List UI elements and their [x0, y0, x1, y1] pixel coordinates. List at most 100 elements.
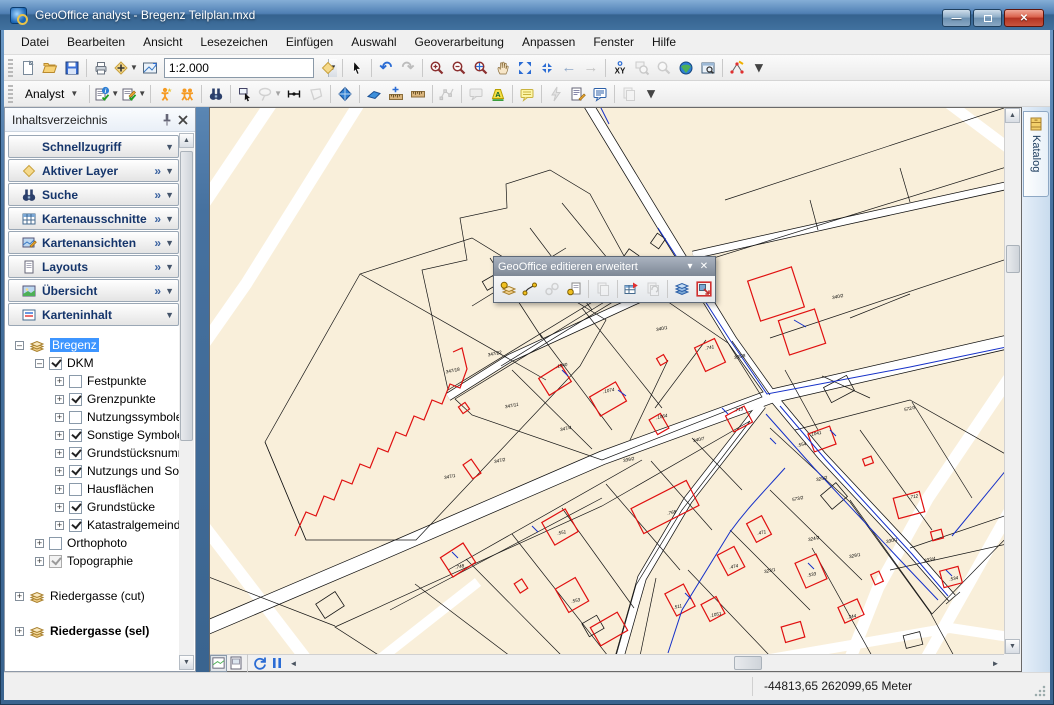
menu-fenster[interactable]: Fenster — [584, 32, 643, 52]
toc-section-layouts[interactable]: Layouts»▼ — [8, 255, 179, 278]
select-cursor-button[interactable] — [346, 57, 368, 79]
layer-checkbox[interactable] — [69, 447, 82, 460]
toc-section-karteninhalt[interactable]: Karteninhalt▼ — [8, 303, 179, 326]
scroll-right-icon[interactable]: ► — [987, 655, 1004, 672]
expander-icon[interactable]: + — [55, 467, 64, 476]
map-scale-button[interactable] — [139, 57, 161, 79]
hotlink-pair-button[interactable] — [176, 83, 198, 105]
katalog-tab[interactable]: Katalog — [1023, 111, 1049, 197]
tree-item-nutzungssymbole[interactable]: +Nutzungssymbole — [7, 408, 179, 426]
redo-button[interactable]: ↷ — [397, 57, 419, 79]
new-document-button[interactable] — [17, 57, 39, 79]
zoom-pan-button[interactable] — [470, 57, 492, 79]
menu-bearbeiten[interactable]: Bearbeiten — [58, 32, 134, 52]
expander-icon[interactable]: + — [15, 592, 24, 601]
map-vertical-scrollbar[interactable]: ▲ ▼ — [1004, 108, 1021, 654]
label-a-button[interactable]: A — [487, 83, 509, 105]
map-vscroll-thumb[interactable] — [1006, 245, 1020, 273]
layout-view-button[interactable] — [227, 655, 244, 672]
chevron-down-icon[interactable]: ▾ — [683, 261, 697, 272]
callout-list-button[interactable] — [589, 83, 611, 105]
identify-layer-button[interactable]: i▼ — [93, 83, 120, 105]
tree-item-grundstcke[interactable]: +Grundstücke — [7, 498, 179, 516]
route-points-button[interactable] — [726, 57, 748, 79]
menu-datei[interactable]: Datei — [12, 32, 58, 52]
toc-section-aktiverlayer[interactable]: Aktiver Layer»▼ — [8, 159, 179, 182]
toc-section-schnellzugriff[interactable]: Schnellzugriff▼ — [8, 135, 179, 158]
scroll-down-icon[interactable]: ▼ — [1005, 639, 1020, 654]
tree-item-hausflchen[interactable]: +Hausflächen — [7, 480, 179, 498]
resize-grip[interactable] — [1034, 685, 1046, 697]
layer-checkbox[interactable] — [69, 375, 82, 388]
layer-checkbox[interactable] — [69, 501, 82, 514]
layers-blue-button[interactable] — [671, 278, 693, 300]
close-panel-icon[interactable] — [175, 112, 191, 128]
fixed-zoom-out-button[interactable] — [536, 57, 558, 79]
select-by-graphic-button[interactable] — [234, 83, 256, 105]
layer-checkbox[interactable] — [49, 357, 62, 370]
expander-icon[interactable]: + — [55, 377, 64, 386]
hotlink-orange-button[interactable] — [154, 83, 176, 105]
expander-icon[interactable]: + — [55, 503, 64, 512]
toc-section-suche[interactable]: Suche»▼ — [8, 183, 179, 206]
pan-hand-button[interactable] — [492, 57, 514, 79]
toc-section-bersicht[interactable]: Übersicht»▼ — [8, 279, 179, 302]
toc-section-kartenausschnitte[interactable]: Kartenausschnitte»▼ — [8, 207, 179, 230]
zoom-out-button[interactable] — [448, 57, 470, 79]
close-button[interactable]: ✕ — [1004, 9, 1044, 27]
tree-item-orthophoto[interactable]: +Orthophoto — [7, 534, 179, 552]
analyst-menu-button[interactable]: Analyst▼ — [17, 84, 86, 104]
tree-item-topographie[interactable]: +Topographie — [7, 552, 179, 570]
area-wedge-button[interactable] — [363, 83, 385, 105]
tree-item-nutzungsundsonstige[interactable]: +Nutzungs und Sonstige — [7, 462, 179, 480]
refresh-icon[interactable] — [251, 655, 268, 672]
search-binoculars-button[interactable] — [205, 83, 227, 105]
scroll-up-icon[interactable]: ▲ — [179, 133, 194, 148]
menu-einfgen[interactable]: Einfügen — [277, 32, 342, 52]
active-layer-diamond-button[interactable] — [317, 57, 339, 79]
tree-item-grundstcksnummern[interactable]: +Grundstücksnummern — [7, 444, 179, 462]
measure-distance-button[interactable] — [283, 83, 305, 105]
fixed-zoom-in-button[interactable] — [514, 57, 536, 79]
map-hscroll-thumb[interactable] — [734, 656, 762, 670]
toc-scrollbar[interactable]: ▲ ▼ — [179, 133, 194, 670]
attribute-table-button[interactable] — [620, 278, 642, 300]
measure-add-button[interactable] — [385, 83, 407, 105]
map-canvas[interactable]: .1040347/18347/22.1074.1064.741.713340/1… — [210, 108, 1004, 654]
menu-hilfe[interactable]: Hilfe — [643, 32, 685, 52]
form-edit-button[interactable] — [567, 83, 589, 105]
edit-toolbar-window[interactable]: GeoOffice editieren erweitert ▾ ✕ — [493, 256, 716, 303]
tree-item-sonstigesymbole[interactable]: +Sonstige Symbole — [7, 426, 179, 444]
close-icon[interactable]: ✕ — [697, 261, 711, 272]
full-extent-globe-button[interactable] — [675, 57, 697, 79]
expander-icon[interactable]: + — [15, 627, 24, 636]
measure-ruler-button[interactable] — [407, 83, 429, 105]
expander-icon[interactable]: + — [55, 413, 64, 422]
minimize-button[interactable]: — — [942, 9, 971, 27]
layer-checkbox[interactable] — [49, 555, 62, 568]
pin-icon[interactable] — [159, 112, 175, 128]
viewer-window-button[interactable] — [697, 57, 719, 79]
menu-geoverarbeitung[interactable]: Geoverarbeitung — [406, 32, 513, 52]
tree-item-riedergassesel[interactable]: +Riedergasse (sel) — [7, 622, 179, 640]
expander-icon[interactable]: + — [35, 557, 44, 566]
menu-lesezeichen[interactable]: Lesezeichen — [191, 32, 276, 52]
menu-ansicht[interactable]: Ansicht — [134, 32, 191, 52]
toolbar-overflow-button[interactable]: ▾ — [640, 83, 662, 105]
close-editing-button[interactable] — [693, 278, 715, 300]
edit-vertex-button[interactable] — [519, 278, 541, 300]
navigate-kite-button[interactable] — [334, 83, 356, 105]
toolbar-grip[interactable] — [8, 85, 13, 103]
layer-checkbox[interactable] — [69, 483, 82, 496]
expander-icon[interactable]: + — [55, 431, 64, 440]
zoom-in-button[interactable] — [426, 57, 448, 79]
data-view-button[interactable] — [210, 655, 227, 672]
layer-checkbox[interactable] — [49, 537, 62, 550]
menu-auswahl[interactable]: Auswahl — [342, 32, 405, 52]
edit-toolbar-titlebar[interactable]: GeoOffice editieren erweitert ▾ ✕ — [494, 257, 715, 276]
edit-layer-button[interactable]: ▼ — [120, 83, 147, 105]
toolbar-overflow-button[interactable]: ▾ — [748, 57, 770, 79]
map-scale-input[interactable] — [165, 61, 328, 75]
point-document-button[interactable] — [563, 278, 585, 300]
expander-icon[interactable]: + — [55, 395, 64, 404]
